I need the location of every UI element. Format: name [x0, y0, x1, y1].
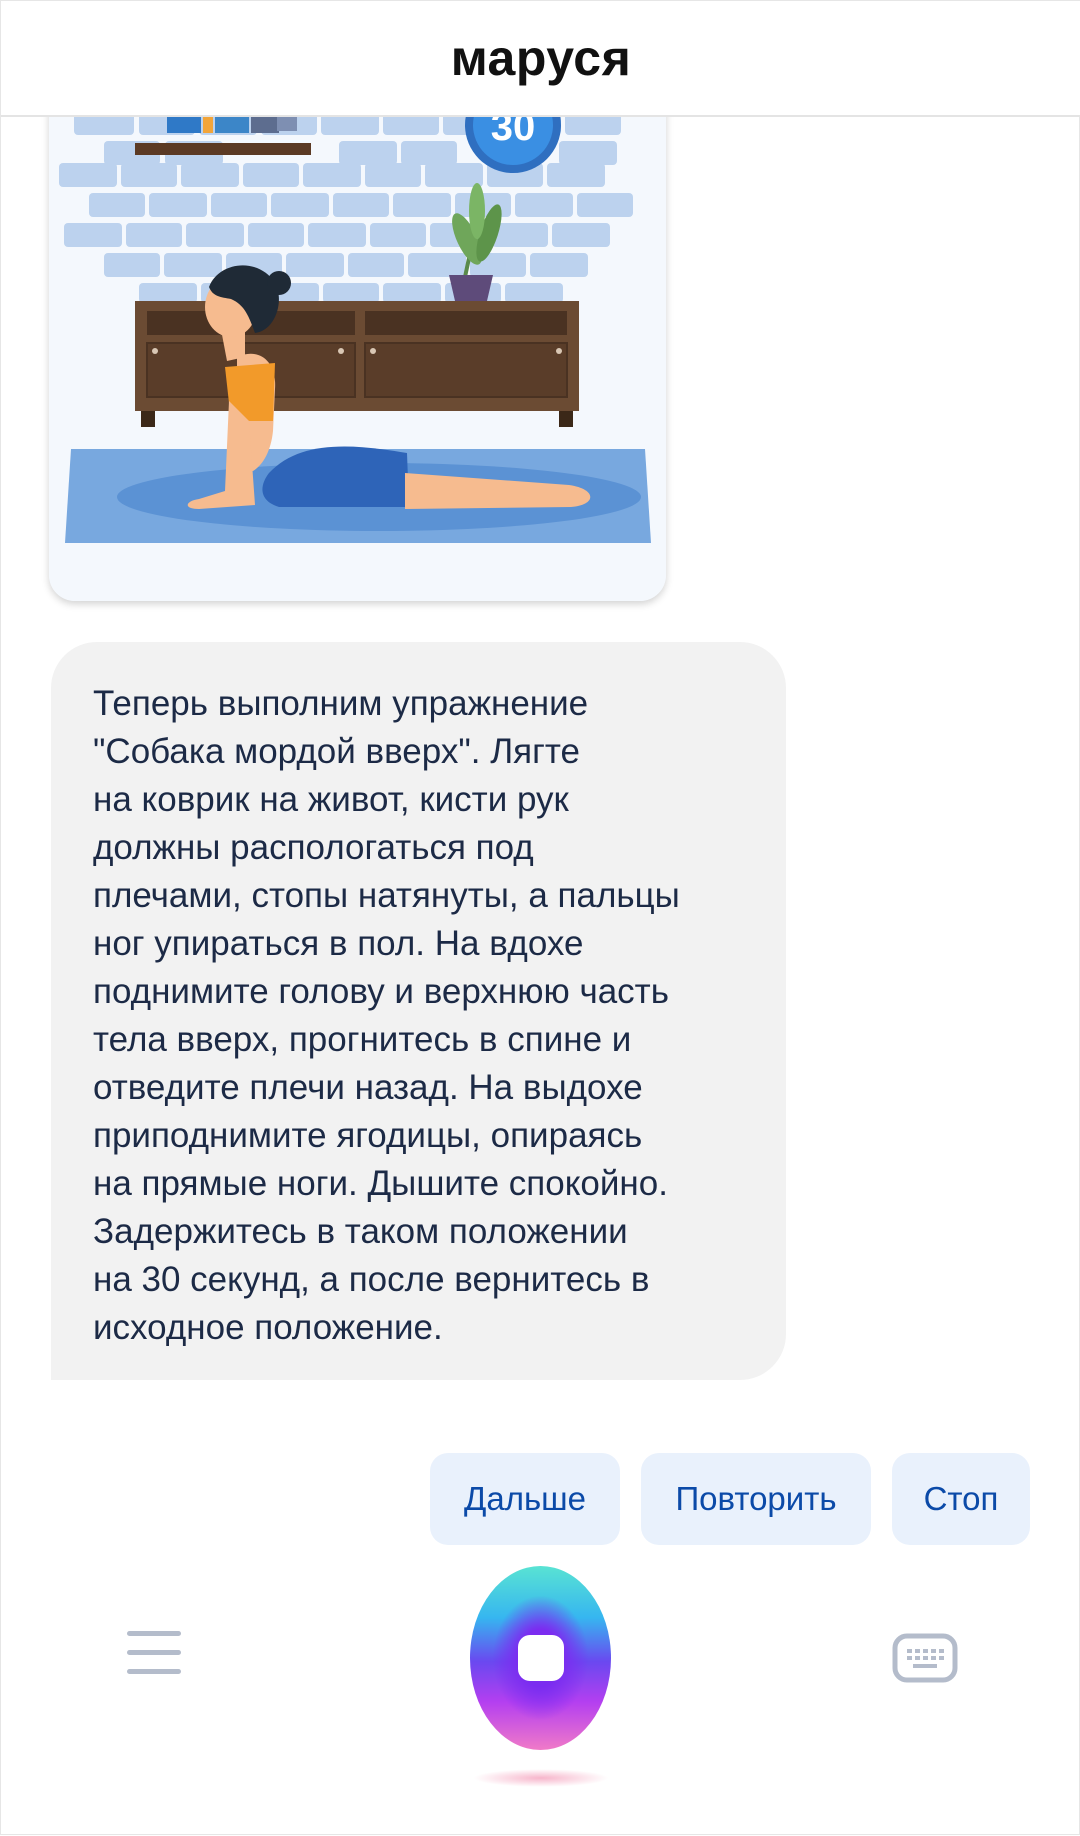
message-line: приподнимите ягодицы, опираясь	[93, 1116, 643, 1155]
next-button[interactable]: Дальше	[430, 1453, 620, 1545]
app-title: маруся	[450, 30, 632, 86]
message-line: "Собака мордой вверх". Лягте	[93, 732, 580, 771]
message-line: должны распологаться под	[93, 828, 534, 867]
message-line: исходное положение.	[93, 1308, 443, 1347]
message-line: ног упираться в пол. На вдохе	[93, 924, 584, 963]
message-line: на 30 секунд, а после вернитесь в	[93, 1260, 650, 1299]
suggestion-chips: Дальше Повторить Стоп	[1, 1453, 1080, 1545]
exercise-image-card[interactable]: 30	[49, 61, 666, 601]
yoga-illustration: 30	[49, 61, 666, 601]
message-line: Задержитесь в таком положении	[93, 1212, 628, 1251]
stop-icon	[517, 1635, 564, 1681]
mic-glow	[473, 1769, 609, 1787]
repeat-button[interactable]: Повторить	[641, 1453, 871, 1545]
message-line: Теперь выполним упражнение	[93, 684, 589, 723]
app-header: маруся	[1, 1, 1080, 117]
voice-assistant-button[interactable]	[470, 1566, 611, 1750]
message-line: плечами, стопы натянуты, а пальцы	[93, 876, 680, 915]
message-text: Теперь выполним упражнение "Собака мордо…	[93, 680, 746, 1352]
bottom-bar	[1, 1556, 1080, 1836]
message-line: поднимите голову и верхнюю часть	[93, 972, 669, 1011]
message-line: на коврик на живот, кисти рук	[93, 780, 569, 819]
keyboard-icon[interactable]	[892, 1633, 958, 1683]
message-line: тела вверх, прогнитесь в спине и	[93, 1020, 632, 1059]
message-line: отведите плечи назад. На выдохе	[93, 1068, 643, 1107]
hamburger-menu-icon[interactable]	[127, 1631, 181, 1675]
stop-button[interactable]: Стоп	[892, 1453, 1030, 1545]
assistant-message-bubble: Теперь выполним упражнение "Собака мордо…	[51, 642, 786, 1380]
message-line: на прямые ноги. Дышите спокойно.	[93, 1164, 668, 1203]
